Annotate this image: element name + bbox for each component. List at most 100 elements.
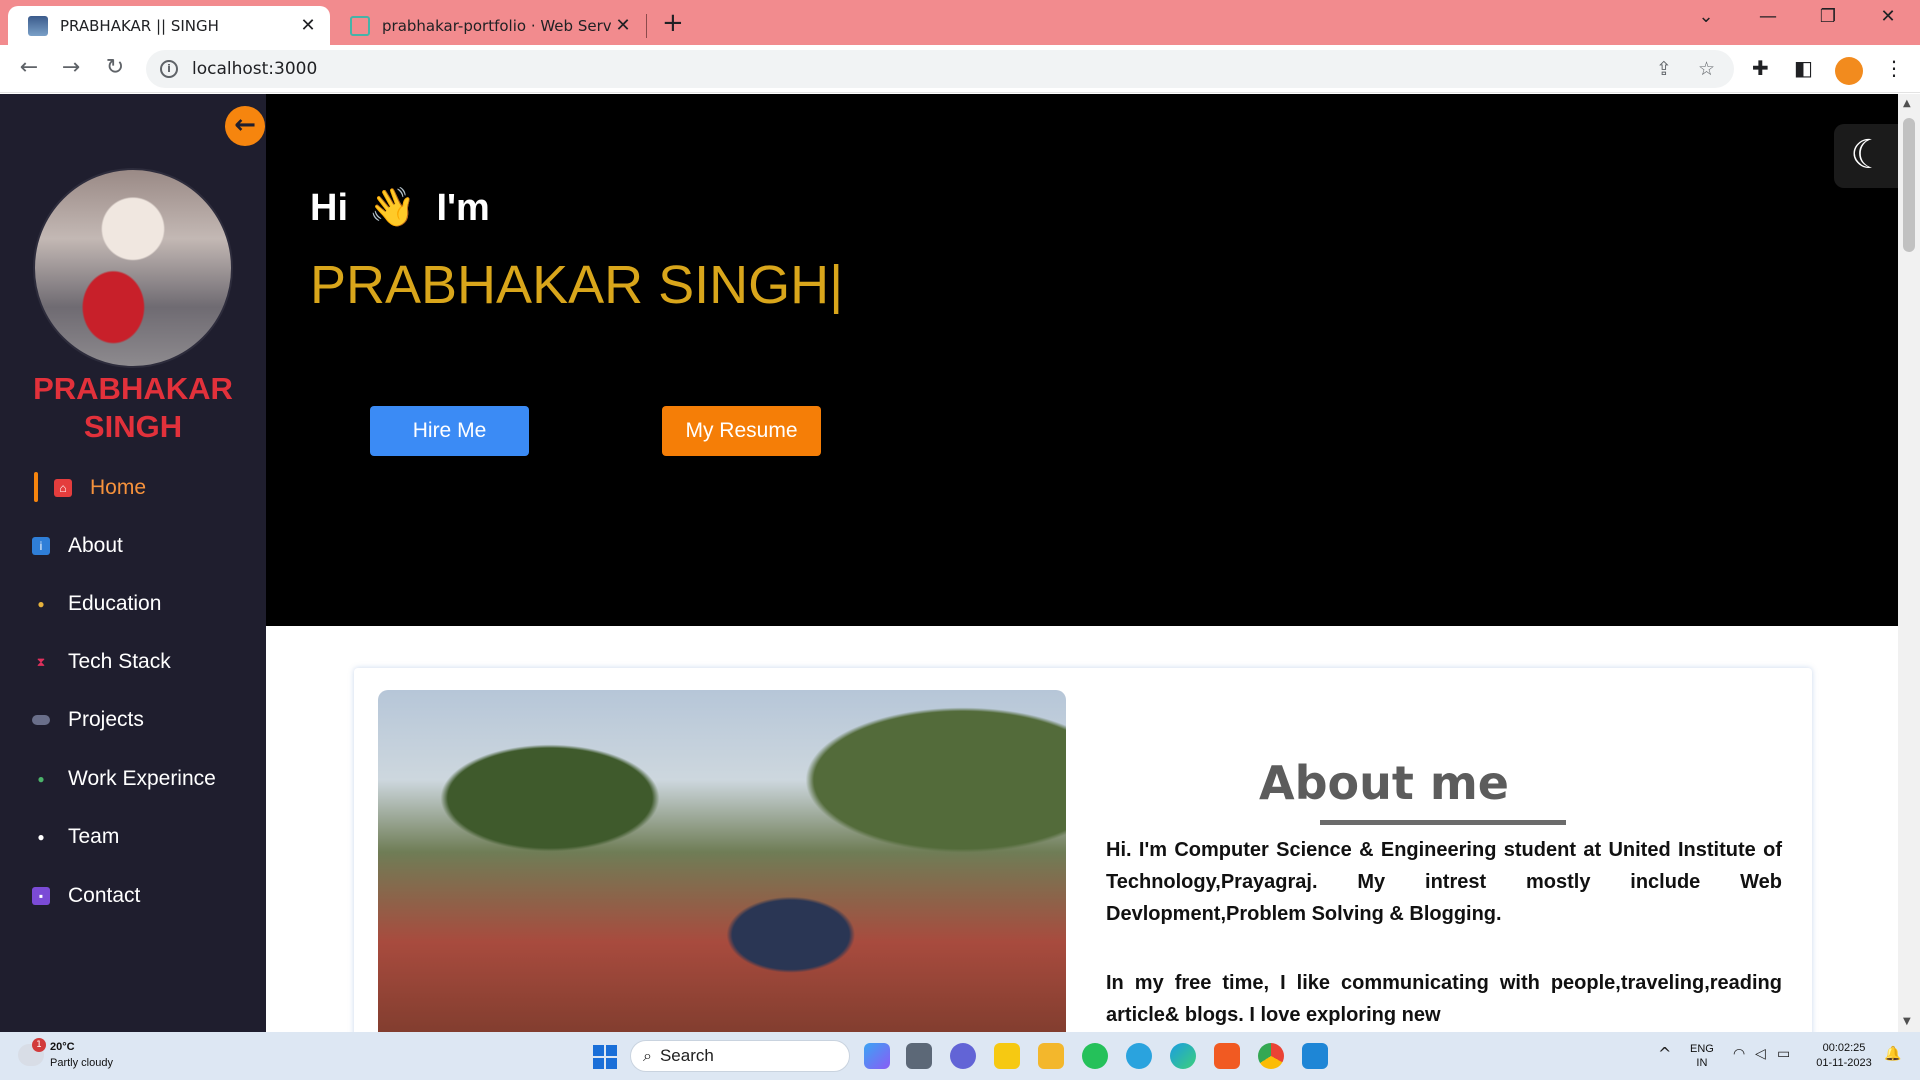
about-card: About me Hi. I'm Computer Science & Engi… (354, 668, 1812, 1032)
student-icon: ● (37, 597, 45, 611)
windows-start-icon[interactable] (593, 1045, 617, 1069)
reload-button[interactable]: ↻ (100, 55, 130, 80)
page-scrollbar[interactable]: ▲ ▼ (1898, 94, 1920, 1032)
sidebar-item-label: Projects (68, 708, 144, 731)
notification-bell-icon[interactable]: 🔔 (1884, 1046, 1901, 1062)
clock-time: 00:02:25 (1822, 1042, 1866, 1054)
back-button[interactable]: ← (14, 55, 44, 80)
extensions-icon[interactable]: ✚ (1752, 56, 1769, 80)
greeting-im: I'm (436, 187, 490, 229)
address-bar[interactable]: i localhost:3000 ⇪ ☆ (146, 50, 1734, 88)
profile-photo (33, 168, 233, 368)
tab-search-button[interactable]: ⌄ (1686, 6, 1726, 27)
tab-favicon (28, 15, 48, 36)
edge-icon[interactable] (1170, 1043, 1196, 1069)
tab-favicon (350, 15, 370, 36)
tab-title: PRABHAKAR || SINGH (60, 16, 219, 35)
worker-icon: ● (37, 772, 45, 786)
scrollbar-thumb[interactable] (1903, 118, 1915, 252)
wifi-icon[interactable]: ◠ (1733, 1046, 1745, 1062)
weather-temperature: 20°C (50, 1041, 75, 1053)
bookmark-star-icon[interactable]: ☆ (1698, 58, 1715, 80)
hero-section: Hi 👋 I'm PRABHAKAR SINGH| Hire Me My Res… (266, 94, 1898, 626)
typing-cursor: | (829, 255, 844, 315)
teams-chat-icon[interactable] (950, 1043, 976, 1069)
sidebar-item-label: Team (68, 825, 120, 848)
sidebar-item-about[interactable]: i About (32, 528, 123, 564)
about-heading-underline (1320, 820, 1566, 825)
tab-close-icon[interactable]: ✕ (611, 15, 635, 36)
hire-me-button[interactable]: Hire Me (370, 406, 529, 456)
info-icon: i (32, 537, 50, 555)
dark-mode-toggle[interactable]: ☾ (1834, 124, 1902, 188)
controller-icon (32, 715, 50, 725)
hero-greeting: Hi 👋 I'm (310, 186, 490, 230)
taskbar-search[interactable]: ⌕ Search (630, 1040, 850, 1072)
chrome-icon[interactable] (1258, 1043, 1284, 1069)
brave-icon[interactable] (1214, 1043, 1240, 1069)
page-viewport: ← PRABHAKAR SINGH ⌂ Home i About ● Educa… (0, 94, 1920, 1032)
side-panel-icon[interactable]: ◧ (1794, 56, 1813, 80)
sidebar-item-label: Work Experince (68, 767, 216, 790)
copilot-icon[interactable] (864, 1043, 890, 1069)
sticky-notes-icon[interactable] (994, 1043, 1020, 1069)
browser-tab[interactable]: prabhakar-portfolio · Web Service ✕ (330, 6, 645, 45)
sidebar-item-label: Contact (68, 884, 141, 907)
sidebar-collapse-button[interactable]: ← (225, 106, 265, 146)
tab-title: prabhakar-portfolio · Web Service (382, 16, 611, 35)
tray-overflow-chevron-icon[interactable]: ^ (1658, 1044, 1671, 1063)
share-icon[interactable]: ⇪ (1656, 58, 1672, 80)
scroll-down-icon[interactable]: ▼ (1903, 1016, 1911, 1027)
vscode-icon[interactable] (1302, 1043, 1328, 1069)
browser-tab-bar: PRABHAKAR || SINGH ✕ prabhakar-portfolio… (0, 0, 1920, 45)
greeting-hi: Hi (310, 187, 348, 229)
hero-name-text: PRABHAKAR SINGH (310, 255, 830, 315)
search-icon: ⌕ (643, 1046, 652, 1065)
browser-tab-active[interactable]: PRABHAKAR || SINGH ✕ (8, 6, 330, 45)
sidebar-item-contact[interactable]: ▪ Contact (32, 878, 140, 914)
whatsapp-icon[interactable] (1082, 1043, 1108, 1069)
volume-icon[interactable]: ◁ (1755, 1046, 1766, 1062)
sidebar-item-tech-stack[interactable]: ⧗ Tech Stack (32, 644, 171, 680)
clock-date: 01-11-2023 (1816, 1057, 1872, 1069)
task-view-icon[interactable] (906, 1043, 932, 1069)
minimize-button[interactable]: — (1748, 6, 1788, 27)
windows-taskbar: 1 20°C Partly cloudy ⌕ Search ^ ENG IN ◠… (0, 1032, 1920, 1080)
sidebar-item-projects[interactable]: Projects (32, 702, 144, 738)
maximize-button[interactable]: ❐ (1808, 6, 1848, 27)
close-window-button[interactable]: ✕ (1868, 6, 1908, 27)
region-code: IN (1696, 1057, 1708, 1069)
forward-button[interactable]: → (56, 55, 86, 80)
battery-icon[interactable]: ▭ (1777, 1046, 1790, 1062)
sidebar-item-education[interactable]: ● Education (32, 586, 161, 622)
moon-stars-icon: ☾ (1850, 132, 1886, 178)
sidebar-item-home[interactable]: ⌂ Home (32, 470, 146, 506)
scroll-up-icon[interactable]: ▲ (1903, 98, 1911, 109)
sidebar-item-label: About (68, 534, 123, 557)
weather-notification-badge: 1 (32, 1038, 46, 1052)
people-icon: ● (37, 830, 45, 844)
language-indicator[interactable]: ENG IN (1690, 1042, 1714, 1070)
site-info-icon[interactable]: i (160, 60, 178, 78)
menu-icon[interactable]: ⋮ (1884, 56, 1904, 80)
telegram-icon[interactable] (1126, 1043, 1152, 1069)
new-tab-button[interactable]: + (662, 8, 684, 38)
my-resume-button[interactable]: My Resume (662, 406, 821, 456)
profile-avatar[interactable] (1835, 57, 1863, 85)
sidebar-item-label: Home (90, 476, 147, 499)
language-code: ENG (1690, 1043, 1714, 1055)
sidebar-item-label: Tech Stack (68, 650, 171, 673)
file-explorer-icon[interactable] (1038, 1043, 1064, 1069)
hourglass-icon: ⧗ (36, 655, 46, 669)
tab-close-icon[interactable]: ✕ (296, 15, 320, 36)
tab-separator (646, 14, 647, 38)
system-clock[interactable]: 00:02:25 01-11-2023 (1808, 1041, 1880, 1071)
home-icon: ⌂ (54, 479, 72, 497)
sidebar-item-work-experience[interactable]: ● Work Experince (32, 761, 216, 797)
url-text: localhost:3000 (192, 59, 318, 79)
hero-name: PRABHAKAR SINGH| (310, 254, 843, 316)
waving-hand-icon: 👋 (368, 187, 416, 229)
sidebar: ← PRABHAKAR SINGH ⌂ Home i About ● Educa… (0, 94, 266, 1032)
sidebar-item-team[interactable]: ● Team (32, 819, 119, 855)
about-photo (378, 690, 1066, 1032)
